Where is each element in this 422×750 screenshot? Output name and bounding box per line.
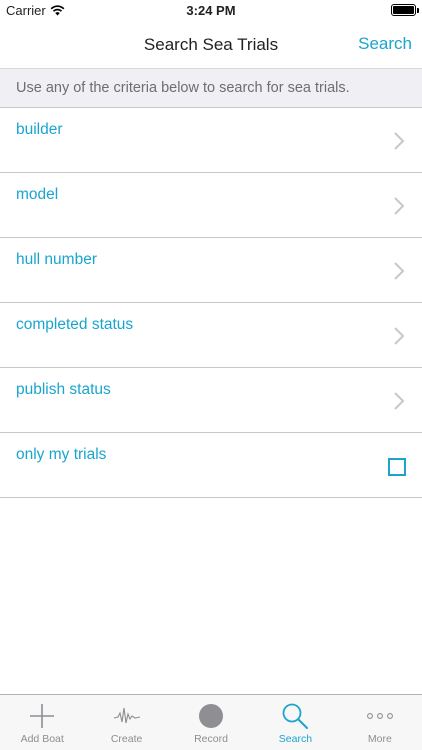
tab-create[interactable]: Create — [84, 695, 168, 750]
criteria-row-only-my-trials[interactable]: only my trials — [0, 433, 422, 498]
criteria-label-model: model — [16, 186, 59, 203]
status-bar: Carrier 3:24 PM — [0, 0, 422, 22]
criteria-list: builder model hull number completed stat… — [0, 108, 422, 498]
tab-more[interactable]: More — [338, 695, 422, 750]
waveform-icon — [113, 702, 141, 730]
only-my-trials-checkbox[interactable] — [388, 458, 406, 476]
criteria-label-builder: builder — [16, 121, 63, 138]
chevron-right-icon — [394, 327, 405, 345]
criteria-label-only-my-trials: only my trials — [16, 446, 107, 463]
magnifier-icon — [281, 702, 309, 730]
battery-icon — [391, 4, 419, 16]
plus-icon — [28, 702, 56, 730]
tab-add-boat[interactable]: Add Boat — [0, 695, 84, 750]
criteria-label-hull-number: hull number — [16, 251, 97, 268]
criteria-row-builder[interactable]: builder — [0, 108, 422, 173]
status-time: 3:24 PM — [186, 3, 236, 18]
chevron-right-icon — [394, 392, 405, 410]
navigation-bar: Search Sea Trials Search — [0, 22, 422, 68]
tab-label-add-boat: Add Boat — [20, 733, 64, 745]
criteria-row-hull-number[interactable]: hull number — [0, 238, 422, 303]
info-text: Use any of the criteria below to search … — [16, 80, 350, 96]
status-right — [391, 4, 419, 16]
tab-search[interactable]: Search — [253, 695, 337, 750]
search-button[interactable]: Search — [358, 34, 412, 54]
criteria-label-completed-status: completed status — [16, 316, 134, 333]
criteria-row-completed-status[interactable]: completed status — [0, 303, 422, 368]
more-dots-icon — [366, 702, 394, 730]
chevron-right-icon — [394, 197, 405, 215]
tab-label-search: Search — [278, 733, 313, 745]
info-banner: Use any of the criteria below to search … — [0, 68, 422, 108]
tab-label-create: Create — [110, 733, 143, 745]
record-icon — [197, 702, 225, 730]
tab-bar: Add Boat Create Record Search More — [0, 694, 422, 750]
criteria-row-model[interactable]: model — [0, 173, 422, 238]
tab-label-record: Record — [194, 733, 228, 745]
tab-label-more: More — [367, 733, 392, 745]
criteria-row-publish-status[interactable]: publish status — [0, 368, 422, 433]
chevron-right-icon — [394, 262, 405, 280]
tab-record[interactable]: Record — [169, 695, 253, 750]
chevron-right-icon — [394, 132, 405, 150]
criteria-label-publish-status: publish status — [16, 381, 111, 398]
